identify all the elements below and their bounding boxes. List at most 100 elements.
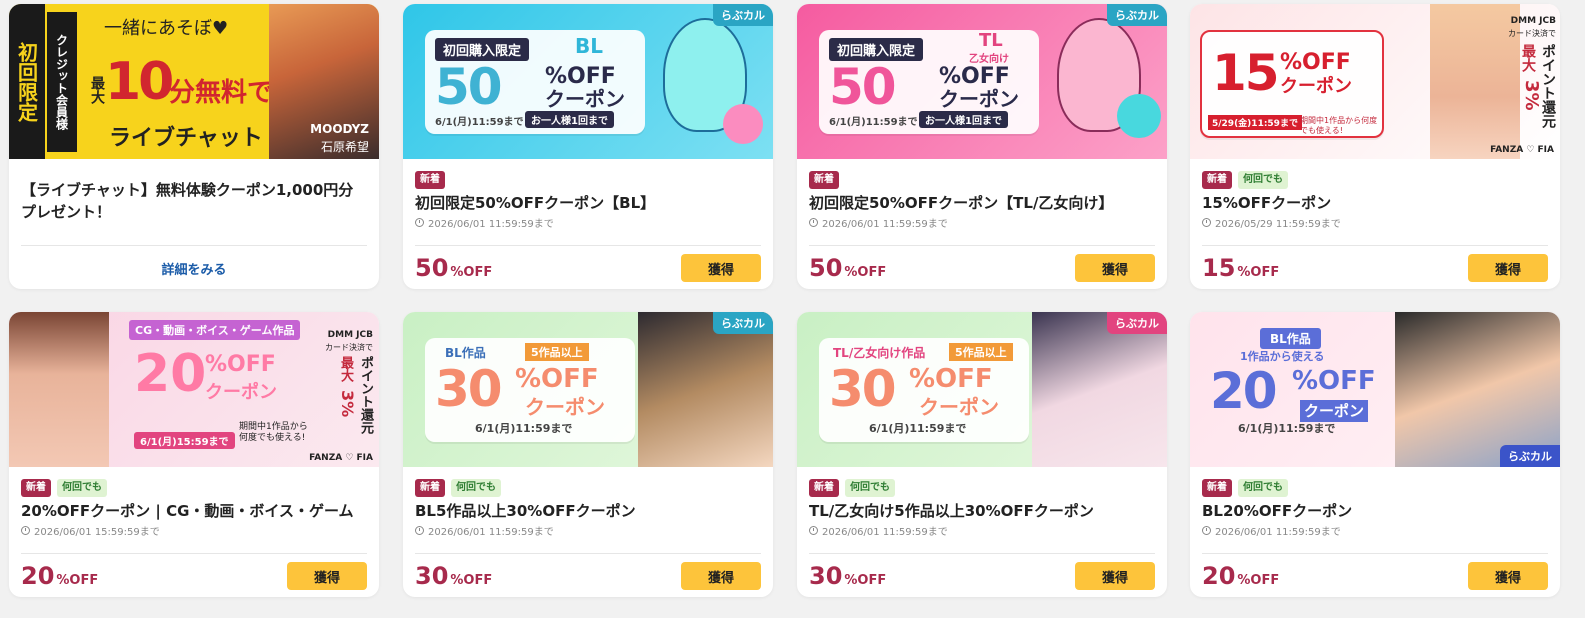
banner-promo-box: 初回購入限定 TL 乙女向け 50 %OFF クーポン 6/1(月)11:59ま… xyxy=(819,30,1039,134)
banner-cg-20[interactable]: CG・動画・ボイス・ゲーム作品 20 %OFF クーポン 6/1(月)15:59… xyxy=(9,312,379,467)
clock-icon xyxy=(415,218,424,227)
banner-label-2: 5作品以上 xyxy=(525,343,589,361)
clock-icon xyxy=(21,526,30,535)
acquire-button[interactable]: 獲得 xyxy=(1468,254,1548,282)
divider xyxy=(415,245,761,246)
coupon-title[interactable]: 20%OFFクーポン | CG・動画・ボイス・ゲーム xyxy=(21,501,367,521)
banner-genre: TL xyxy=(979,30,1003,51)
banner-side-5: ポイント還元 xyxy=(358,356,373,434)
coupon-card-bl-first[interactable]: 初回購入限定 BL 50 %OFF クーポン 6/1(月)11:59まで お一人… xyxy=(403,4,773,289)
banner-deadline: 6/1(月)11:59まで xyxy=(829,117,918,128)
expiry-date: 2026/06/01 11:59:59まで xyxy=(428,219,554,230)
coupon-title[interactable]: 初回限定50%OFFクーポン【TL/乙女向け】 xyxy=(809,193,1155,213)
coupon-card-tl-30[interactable]: TL/乙女向け作品 5作品以上 30 %OFF クーポン 6/1(月)11:59… xyxy=(797,312,1167,597)
brand-ribbon: らぶカル xyxy=(1107,4,1167,26)
coupon-title[interactable]: 15%OFFクーポン xyxy=(1202,193,1548,213)
detail-link[interactable]: 詳細をみる xyxy=(21,251,367,285)
banner-bl-30[interactable]: BL作品 5作品以上 30 %OFF クーポン 6/1(月)11:59まで らぶ… xyxy=(403,312,773,467)
coupon-card-bl-20[interactable]: BL作品 1作品から使える 20 %OFF クーポン 6/1(月)11:59まで… xyxy=(1190,312,1560,597)
banner-15[interactable]: 15 %OFF クーポン 5/29(金)11:59まで 期間中1作品から何度でも… xyxy=(1190,4,1560,159)
banner-side-3: 最大 xyxy=(1520,44,1536,72)
acquire-button[interactable]: 獲得 xyxy=(1075,254,1155,282)
discount-number: 15 xyxy=(1202,254,1236,282)
banner-big-number: 50 xyxy=(829,58,897,116)
acquire-button[interactable]: 獲得 xyxy=(1468,562,1548,590)
banner-side-2: カード決済で xyxy=(1508,29,1556,38)
coupon-title[interactable]: BL5作品以上30%OFFクーポン xyxy=(415,501,761,521)
acquire-button[interactable]: 獲得 xyxy=(287,562,367,590)
acquire-button[interactable]: 獲得 xyxy=(1075,562,1155,590)
reusable-tag: 何回でも xyxy=(845,479,895,497)
expiry-date: 2026/06/01 11:59:59まで xyxy=(1215,527,1341,538)
reusable-tag: 何回でも xyxy=(451,479,501,497)
banner-tl-30[interactable]: TL/乙女向け作品 5作品以上 30 %OFF クーポン 6/1(月)11:59… xyxy=(797,312,1167,467)
banner-limit: お一人様1回まで xyxy=(919,111,1008,128)
expiry-line: 2026/06/01 11:59:59まで xyxy=(415,523,761,538)
banner-left-label: 初回限定 xyxy=(9,4,45,159)
coupon-card-tl-first[interactable]: 初回購入限定 TL 乙女向け 50 %OFF クーポン 6/1(月)11:59ま… xyxy=(797,4,1167,289)
expiry-date: 2026/05/29 11:59:59まで xyxy=(1215,219,1341,230)
banner-tl-first[interactable]: 初回購入限定 TL 乙女向け 50 %OFF クーポン 6/1(月)11:59ま… xyxy=(797,4,1167,159)
acquire-button[interactable]: 獲得 xyxy=(681,562,761,590)
banner-bl-20[interactable]: BL作品 1作品から使える 20 %OFF クーポン 6/1(月)11:59まで… xyxy=(1190,312,1560,467)
new-tag: 新着 xyxy=(809,171,839,189)
banner-off: %OFF xyxy=(1292,366,1376,396)
tag-group: 新着 xyxy=(415,171,761,189)
discount-unit: %OFF xyxy=(56,573,99,588)
reusable-tag: 何回でも xyxy=(57,479,107,497)
brand-ribbon: らぶカル xyxy=(1500,445,1560,467)
discount-unit: %OFF xyxy=(450,573,493,588)
banner-side-2: カード決済で xyxy=(325,343,373,352)
banner-genre-2: 乙女向け xyxy=(969,54,1009,65)
banner-side-4: 3% xyxy=(338,390,357,418)
banner-label: BL作品 xyxy=(445,346,486,360)
tag-group: 新着 xyxy=(809,171,1155,189)
coupon-title[interactable]: BL20%OFFクーポン xyxy=(1202,501,1548,521)
banner-name: 石原希望 xyxy=(320,140,369,154)
acquire-button[interactable]: 獲得 xyxy=(681,254,761,282)
coupon-title[interactable]: 【ライブチャット】無料体験クーポン1,000円分プレゼント！ xyxy=(21,179,367,223)
coupon-card-cg-20[interactable]: CG・動画・ボイス・ゲーム作品 20 %OFF クーポン 6/1(月)15:59… xyxy=(9,312,379,597)
mascot-image xyxy=(1037,4,1167,159)
banner-coupon: クーポン xyxy=(545,87,625,111)
discount-value: 50 %OFF xyxy=(415,254,492,282)
expiry-line: 2026/06/01 11:59:59まで xyxy=(415,215,761,230)
coupon-title[interactable]: TL/乙女向け5作品以上30%OFFクーポン xyxy=(809,501,1155,521)
clock-icon xyxy=(1202,218,1211,227)
banner-off: %OFF xyxy=(939,64,1010,89)
banner-big-number: 20 xyxy=(1210,362,1278,420)
expiry-line: 2026/06/01 15:59:59まで xyxy=(21,523,367,538)
tag-group: 新着 何回でも xyxy=(415,479,761,497)
expiry-date: 2026/06/01 11:59:59まで xyxy=(822,219,948,230)
expiry-line: 2026/06/01 11:59:59まで xyxy=(809,215,1155,230)
banner-deadline: 6/1(月)11:59まで xyxy=(435,117,524,128)
banner-deadline: 6/1(月)11:59まで xyxy=(475,422,573,435)
discount-unit: %OFF xyxy=(450,265,493,280)
banner-brand: MOODYZ xyxy=(310,122,369,136)
new-tag: 新着 xyxy=(1202,479,1232,497)
new-tag: 新着 xyxy=(1202,171,1232,189)
banner-max-prefix: 最大 xyxy=(89,76,105,104)
coupon-title[interactable]: 初回限定50%OFFクーポン【BL】 xyxy=(415,193,761,213)
banner-label: CG・動画・ボイス・ゲーム作品 xyxy=(129,320,301,340)
banner-deadline: 6/1(月)11:59まで xyxy=(1238,422,1336,435)
character-image xyxy=(1032,312,1167,467)
banner-off: %OFF xyxy=(545,64,616,89)
banner-big-number: 15 xyxy=(1212,44,1280,102)
expiry-line: 2026/06/01 11:59:59まで xyxy=(809,523,1155,538)
clock-icon xyxy=(1202,526,1211,535)
coupon-card-15[interactable]: 15 %OFF クーポン 5/29(金)11:59まで 期間中1作品から何度でも… xyxy=(1190,4,1560,289)
coupon-card-bl-30[interactable]: BL作品 5作品以上 30 %OFF クーポン 6/1(月)11:59まで らぶ… xyxy=(403,312,773,597)
character-image xyxy=(1395,312,1560,467)
banner-live-chat[interactable]: 初回限定 クレジット会員様 一緒にあそぼ♥ 最大 10 分無料で ライブチャット… xyxy=(9,4,379,159)
banner-bl-first[interactable]: 初回購入限定 BL 50 %OFF クーポン 6/1(月)11:59まで お一人… xyxy=(403,4,773,159)
clock-icon xyxy=(415,526,424,535)
banner-coupon: クーポン xyxy=(525,395,605,419)
coupon-card-live-chat[interactable]: 初回限定 クレジット会員様 一緒にあそぼ♥ 最大 10 分無料で ライブチャット… xyxy=(9,4,379,289)
expiry-date: 2026/06/01 11:59:59まで xyxy=(822,527,948,538)
banner-sub: ライブチャット xyxy=(109,126,263,151)
discount-number: 20 xyxy=(1202,562,1236,590)
discount-number: 30 xyxy=(415,562,449,590)
banner-side-1: DMM JCB xyxy=(327,330,373,340)
clock-icon xyxy=(809,526,818,535)
